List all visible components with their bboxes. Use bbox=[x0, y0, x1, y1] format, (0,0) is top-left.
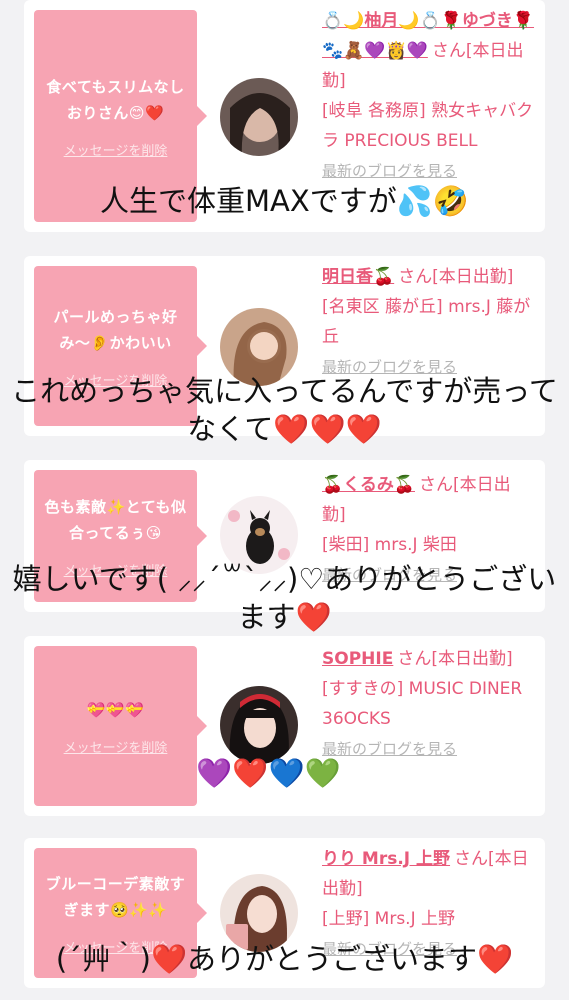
message-text: 色も素敵✨とても似合ってるぅ😘 bbox=[44, 497, 187, 542]
message-text: 食べてもスリムなしおりさん😊❤️ bbox=[46, 77, 185, 122]
caption-overlay: (´艸｀)❤️ありがとうございます❤️ bbox=[55, 942, 514, 976]
sender-info: 明日香🍒 さん[本日出勤] [名東区 藤が丘] mrs.J 藤が丘 最新のブログを… bbox=[322, 262, 534, 382]
shop-label: [すすきの] MUSIC DINER 36OCKS bbox=[322, 679, 523, 729]
sender-info: SOPHIE さん[本日出勤] [すすきの] MUSIC DINER 36OCKS… bbox=[322, 644, 534, 764]
sender-info: 💍🌙柚月🌙💍🌹ゆづき🌹🐾🧸💜👸💜 さん[本日出勤] [岐阜 各務原] 熟女キャバク… bbox=[322, 6, 534, 186]
delete-message-link[interactable]: メッセージを削除 bbox=[64, 140, 168, 159]
sender-name-link[interactable]: SOPHIE bbox=[322, 649, 393, 669]
shop-label: [岐阜 各務原] 熟女キャバクラ PRECIOUS BELL bbox=[322, 101, 534, 151]
caption-overlay: これめっちゃ気に入ってるんですが売ってなくて❤️❤️❤️ bbox=[11, 374, 558, 446]
message-text: 💝💝💝 bbox=[86, 700, 145, 719]
shop-label: [上野] Mrs.J 上野 bbox=[322, 909, 456, 929]
caption-overlay: 嬉しいです( ⸝⸝´꒳`⸝⸝)♡ありがとうございます❤️ bbox=[12, 562, 557, 634]
avatar[interactable] bbox=[220, 686, 298, 764]
avatar[interactable] bbox=[220, 78, 298, 156]
sender-name-link[interactable]: 明日香🍒 bbox=[322, 267, 394, 287]
shop-label: [柴田] mrs.J 柴田 bbox=[322, 535, 457, 555]
message-text: パールめっちゃ好み〜👂かわいい bbox=[53, 307, 178, 352]
message-text: ブルーコーデ素敵すぎます🥺✨✨ bbox=[45, 874, 186, 919]
sender-name-link[interactable]: りり Mrs.J 上野 bbox=[322, 849, 450, 869]
shop-label: [名東区 藤が丘] mrs.J 藤が丘 bbox=[322, 297, 531, 347]
caption-overlay: 人生で体重MAXですが💦🤣 bbox=[100, 184, 469, 218]
sender-name-link[interactable]: 🍒くるみ🍒 bbox=[322, 475, 415, 495]
delete-message-link[interactable]: メッセージを削除 bbox=[64, 737, 168, 756]
caption-overlay: 💜❤️💙💚 bbox=[196, 756, 341, 790]
sender-status: さん[本日出勤] bbox=[398, 267, 514, 287]
sender-status: さん[本日出勤] bbox=[397, 649, 513, 669]
